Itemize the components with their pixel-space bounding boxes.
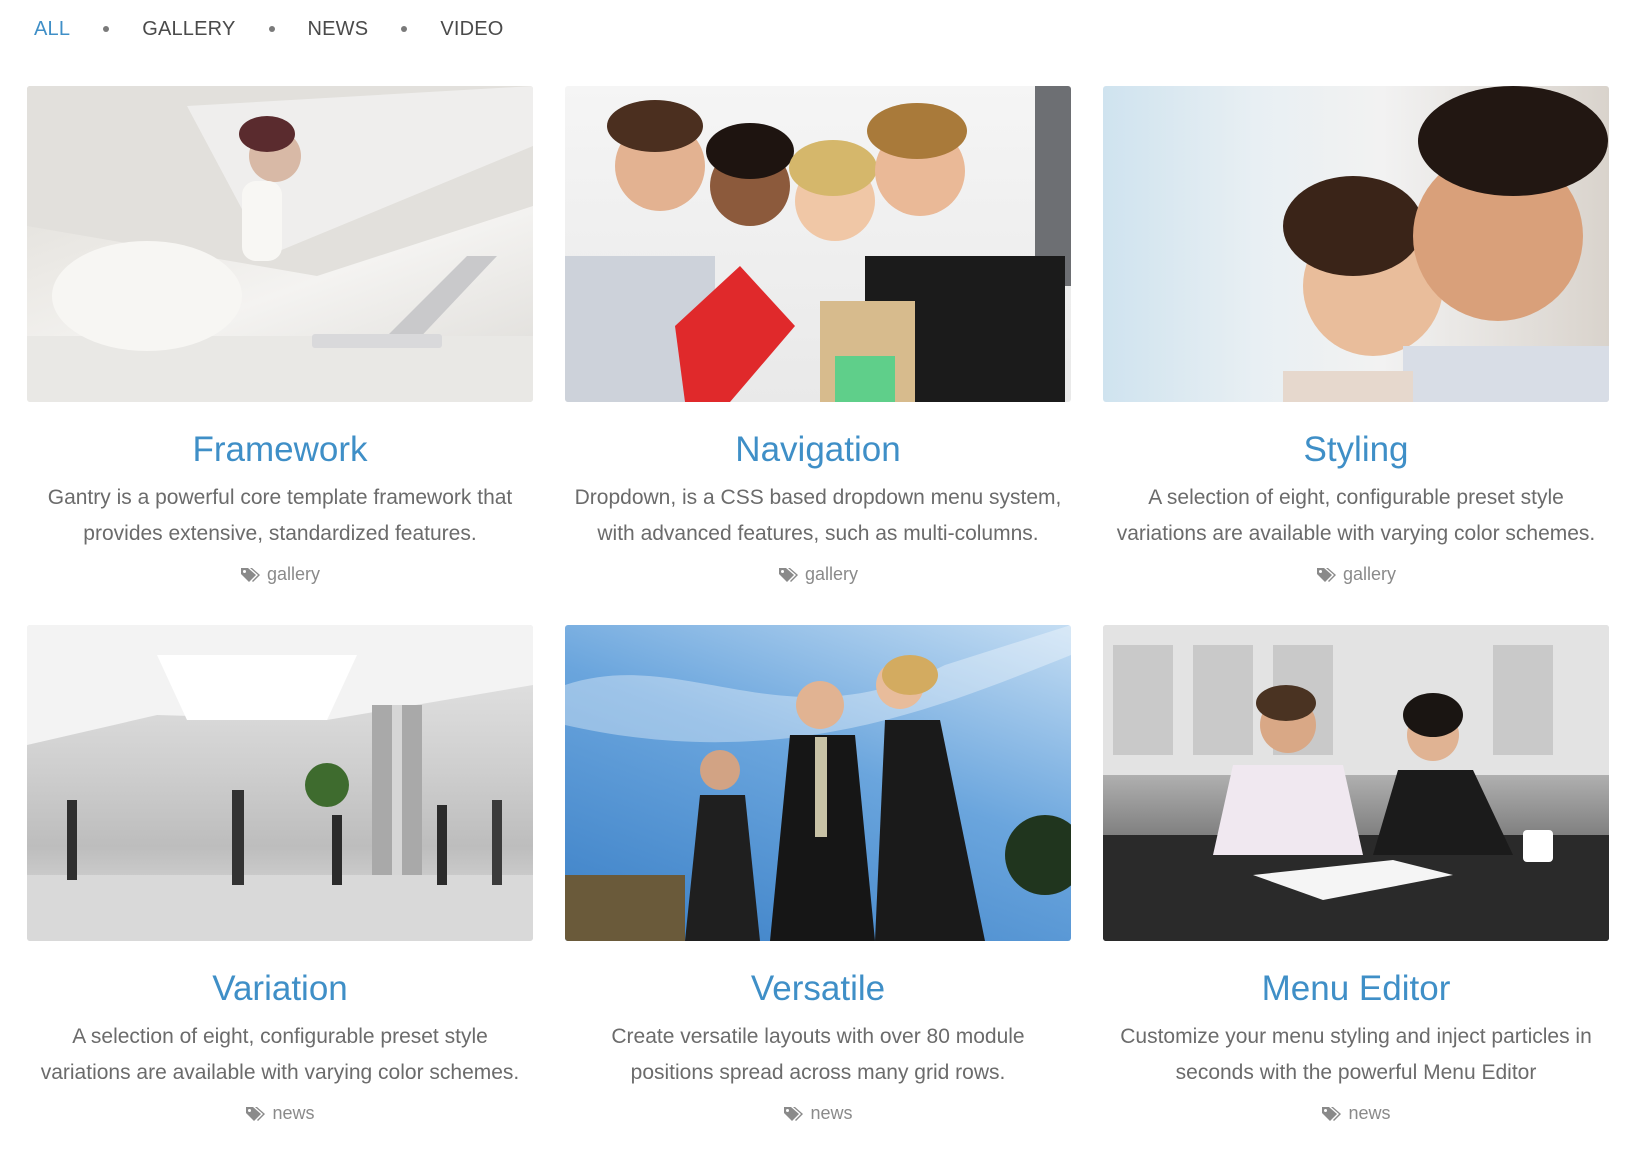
filter-video[interactable]: VIDEO xyxy=(440,18,503,41)
portfolio-card-versatile: Versatile Create versatile layouts with … xyxy=(565,625,1071,1124)
card-image-versatile[interactable] xyxy=(565,625,1071,941)
card-tag-label: news xyxy=(1348,1103,1391,1123)
portfolio-card-variation: Variation A selection of eight, configur… xyxy=(27,625,533,1124)
card-tag-label: news xyxy=(272,1103,315,1123)
card-tag-link[interactable]: gallery xyxy=(240,564,320,585)
filter-all[interactable]: ALL xyxy=(34,18,70,41)
card-title[interactable]: Variation xyxy=(212,969,348,1009)
card-image-navigation[interactable] xyxy=(565,86,1071,402)
card-description: A selection of eight, configurable prese… xyxy=(1116,486,1596,545)
tags-icon xyxy=(778,567,798,583)
portfolio-card-styling: Styling A selection of eight, configurab… xyxy=(1103,86,1609,585)
tags-icon xyxy=(240,567,260,583)
card-description: Dropdown, is a CSS based dropdown menu s… xyxy=(574,486,1062,545)
filter-gallery[interactable]: GALLERY xyxy=(142,18,235,41)
card-tag-link[interactable]: gallery xyxy=(778,564,858,585)
card-title[interactable]: Navigation xyxy=(735,430,900,470)
card-description: Gantry is a powerful core template frame… xyxy=(47,486,513,545)
filter-news[interactable]: NEWS xyxy=(308,18,369,41)
card-description: Create versatile layouts with over 80 mo… xyxy=(611,1025,1025,1084)
card-title[interactable]: Framework xyxy=(192,430,367,470)
portfolio-filter-nav: ALL GALLERY NEWS VIDEO xyxy=(34,12,504,46)
filter-separator-dot xyxy=(103,26,110,32)
card-title[interactable]: Menu Editor xyxy=(1262,969,1451,1009)
card-title[interactable]: Styling xyxy=(1303,430,1408,470)
card-tag-link[interactable]: news xyxy=(245,1103,315,1124)
filter-separator-dot xyxy=(268,26,275,32)
portfolio-card-menu-editor: Menu Editor Customize your menu styling … xyxy=(1103,625,1609,1124)
card-tag-label: gallery xyxy=(266,564,321,584)
card-image-styling[interactable] xyxy=(1103,86,1609,402)
card-tag-label: gallery xyxy=(804,564,859,584)
portfolio-card-navigation: Navigation Dropdown, is a CSS based drop… xyxy=(565,86,1071,585)
tags-icon xyxy=(1316,567,1336,583)
tags-icon xyxy=(1321,1106,1342,1122)
card-image-framework[interactable] xyxy=(27,86,533,402)
card-title[interactable]: Versatile xyxy=(751,969,885,1009)
filter-separator-dot xyxy=(401,26,408,32)
card-description: A selection of eight, configurable prese… xyxy=(40,1025,520,1084)
card-tag-link[interactable]: news xyxy=(1321,1103,1391,1124)
card-tag-link[interactable]: gallery xyxy=(1316,564,1396,585)
card-tag-label: gallery xyxy=(1342,564,1397,584)
card-image-variation[interactable] xyxy=(27,625,533,941)
card-description: Customize your menu styling and inject p… xyxy=(1120,1025,1592,1084)
portfolio-card-framework: Framework Gantry is a powerful core temp… xyxy=(27,86,533,585)
tags-icon xyxy=(245,1106,266,1122)
card-tag-label: news xyxy=(810,1103,853,1123)
tags-icon xyxy=(783,1106,804,1122)
card-tag-link[interactable]: news xyxy=(783,1103,853,1124)
portfolio-grid: Framework Gantry is a powerful core temp… xyxy=(27,86,1611,1124)
card-image-menu-editor[interactable] xyxy=(1103,625,1609,941)
